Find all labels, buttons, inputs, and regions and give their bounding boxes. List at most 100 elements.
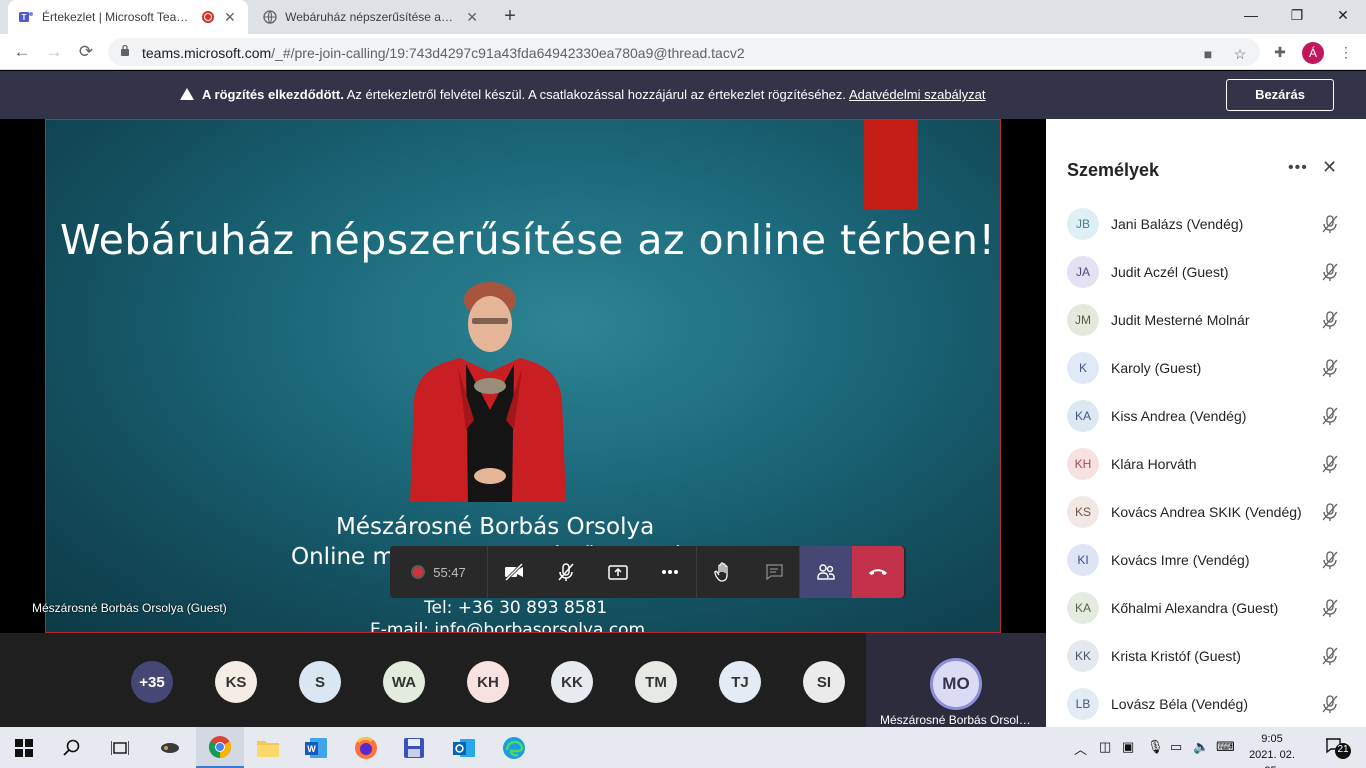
presenter-photo	[410, 282, 566, 502]
participant-row[interactable]: KI Kovács Imre (Vendég)	[1046, 536, 1366, 584]
browser-tab-bar: T Értekezlet | Microsoft Teams ✕ Webáruh…	[0, 0, 1366, 34]
share-screen-button[interactable]	[592, 546, 644, 598]
participant-avatar[interactable]: WA	[383, 661, 425, 703]
tab-teams-meeting[interactable]: T Értekezlet | Microsoft Teams ✕	[8, 0, 248, 34]
chrome-taskbar-button[interactable]	[196, 727, 244, 768]
bookmark-star-icon[interactable]: ☆	[1230, 44, 1250, 64]
slide-decoration	[864, 120, 918, 210]
participant-avatar[interactable]: S	[299, 661, 341, 703]
more-actions-button[interactable]	[644, 546, 696, 598]
address-bar[interactable]: teams.microsoft.com/_#/pre-join-calling/…	[108, 38, 1260, 66]
search-button[interactable]	[48, 727, 96, 768]
participant-avatar[interactable]: KK	[551, 661, 593, 703]
participant-name: Kovács Andrea SKIK (Vendég)	[1111, 504, 1302, 520]
participant-name: Kovács Imre (Vendég)	[1111, 552, 1250, 568]
back-button[interactable]: ←	[10, 40, 34, 64]
start-button[interactable]	[0, 727, 48, 768]
participant-avatar: KA	[1067, 592, 1099, 624]
participant-row[interactable]: JM Judit Mesterné Molnár	[1046, 296, 1366, 344]
call-control-bar: 55:47	[390, 546, 906, 598]
presenter-email: E-mail: info@borbasorsolya.com	[370, 620, 646, 633]
participant-avatar[interactable]: TJ	[719, 661, 761, 703]
participant-row[interactable]: K Karoly (Guest)	[1046, 344, 1366, 392]
app-unknown[interactable]	[146, 727, 194, 768]
action-center-button[interactable]: 21	[1324, 736, 1352, 760]
file-explorer-button[interactable]	[244, 727, 292, 768]
panel-more-options-icon[interactable]: •••	[1288, 159, 1308, 177]
chat-icon	[765, 564, 783, 581]
participant-avatar[interactable]: KH	[467, 661, 509, 703]
more-icon	[662, 570, 678, 574]
profile-avatar[interactable]: Á	[1302, 42, 1324, 64]
microphone-icon[interactable]: 🎙	[1147, 739, 1164, 755]
privacy-policy-link[interactable]: Adatvédelmi szabályzat	[849, 87, 986, 102]
participant-avatar[interactable]: KS	[215, 661, 257, 703]
system-clock[interactable]: 9:05 2021. 02. 25.	[1240, 731, 1304, 768]
close-panel-icon[interactable]: ✕	[1322, 157, 1337, 178]
dismiss-banner-button[interactable]: Bezárás	[1226, 79, 1334, 111]
task-view-button[interactable]	[96, 727, 144, 768]
participant-name: Klára Horváth	[1111, 456, 1197, 472]
participant-row[interactable]: KH Klára Horváth	[1046, 440, 1366, 488]
battery-icon[interactable]: ▭	[1170, 739, 1182, 755]
minimize-button[interactable]: —	[1228, 0, 1274, 30]
save-app-button[interactable]	[390, 727, 438, 768]
clock-date: 2021. 02. 25.	[1249, 749, 1295, 768]
participant-name: Lovász Béla (Vendég)	[1111, 696, 1248, 712]
keyboard-icon[interactable]: ⌨	[1216, 739, 1235, 755]
new-tab-button[interactable]: +	[498, 4, 522, 28]
mic-off-icon	[558, 563, 574, 581]
participant-avatar[interactable]: +35	[131, 661, 173, 703]
participant-row[interactable]: KA Kőhalmi Alexandra (Guest)	[1046, 584, 1366, 632]
forward-button[interactable]: →	[42, 40, 66, 64]
close-window-button[interactable]: ✕	[1320, 0, 1366, 30]
notification-count: 21	[1337, 744, 1349, 755]
globe-icon	[262, 9, 277, 25]
muted-mic-icon	[1320, 358, 1340, 378]
participant-row[interactable]: KS Kovács Andrea SKIK (Vendég)	[1046, 488, 1366, 536]
participant-avatar: JA	[1067, 256, 1099, 288]
volume-icon[interactable]: 🔈	[1193, 739, 1209, 755]
reload-button[interactable]: ⟳	[74, 40, 98, 64]
participant-row[interactable]: JB Jani Balázs (Vendég)	[1046, 200, 1366, 248]
extensions-icon[interactable]: ✚	[1270, 42, 1290, 62]
raise-hand-button[interactable]	[696, 546, 748, 598]
recording-dot-icon	[411, 565, 426, 579]
close-tab-icon[interactable]: ✕	[466, 9, 478, 26]
participant-row[interactable]: KK Krista Kristóf (Guest)	[1046, 632, 1366, 680]
presenter-tile[interactable]: MO Mészárosné Borbás Orsolya (Guest)	[866, 633, 1046, 727]
camera-off-button[interactable]	[488, 546, 540, 598]
recording-message: A rögzítés elkezdődött. Az értekezletről…	[180, 87, 986, 102]
participant-avatar[interactable]: SI	[803, 661, 845, 703]
participant-name: Krista Kristóf (Guest)	[1111, 648, 1241, 664]
participant-row[interactable]: LB Lovász Béla (Vendég)	[1046, 680, 1366, 728]
lock-icon	[121, 44, 129, 56]
muted-mic-icon	[1320, 262, 1340, 282]
muted-mic-icon	[1320, 454, 1340, 474]
camera-blocked-icon[interactable]: ■	[1198, 44, 1218, 64]
presenter-tile-name: Mészárosné Borbás Orsolya (Guest)	[880, 713, 1032, 727]
show-hidden-icons-button[interactable]: ︿	[1074, 739, 1087, 758]
show-participants-button[interactable]	[800, 546, 852, 598]
participant-row[interactable]: KA Kiss Andrea (Vendég)	[1046, 392, 1366, 440]
firefox-button[interactable]	[342, 727, 390, 768]
close-tab-icon[interactable]: ✕	[224, 9, 236, 26]
tray-defender-icon[interactable]: ▣	[1122, 739, 1134, 755]
word-button[interactable]: W	[292, 727, 340, 768]
raise-hand-icon	[713, 562, 728, 582]
edge-button[interactable]	[490, 727, 538, 768]
participant-row[interactable]: JA Judit Aczél (Guest)	[1046, 248, 1366, 296]
hang-up-button[interactable]	[852, 546, 904, 598]
outlook-button[interactable]	[440, 727, 488, 768]
chat-button[interactable]	[748, 546, 800, 598]
tab-webaruhaz[interactable]: Webáruház népszerűsítése az onl ✕	[252, 0, 488, 34]
folder-icon	[257, 740, 279, 757]
maximize-button[interactable]: ❐	[1274, 0, 1320, 30]
mic-off-button[interactable]	[540, 546, 592, 598]
tray-app-icon[interactable]: ◫	[1099, 739, 1111, 755]
people-icon	[817, 564, 835, 580]
chrome-menu-icon[interactable]: ⋮	[1336, 42, 1356, 62]
presenter-name-label: Mészárosné Borbás Orsolya (Guest)	[32, 601, 227, 615]
participant-avatar[interactable]: TM	[635, 661, 677, 703]
url-text: teams.microsoft.com/_#/pre-join-calling/…	[142, 45, 745, 61]
